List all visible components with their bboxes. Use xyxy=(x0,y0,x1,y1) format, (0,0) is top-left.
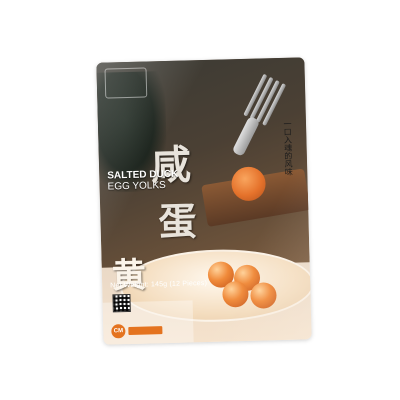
salted-egg-yolk-package: 咸 SALTED DUCK EGG YOLKS 蛋 黄 一口入魂的风味 Net … xyxy=(96,57,312,345)
product-photo: 咸 SALTED DUCK EGG YOLKS 蛋 黄 一口入魂的风味 Net … xyxy=(0,0,400,400)
product-title-english: SALTED DUCK EGG YOLKS xyxy=(107,168,208,193)
brand-name-bar xyxy=(128,326,163,336)
yolk-3 xyxy=(222,280,249,308)
brand-logo-icon: CM xyxy=(111,324,126,339)
brand-badge: CM xyxy=(111,323,163,339)
title-chinese-char-3: 黄 xyxy=(111,255,147,297)
title-chinese-char-2: 蛋 xyxy=(157,198,198,245)
logo-emblem xyxy=(104,67,148,99)
yolk-4 xyxy=(250,282,277,309)
vertical-tagline: 一口入魂的风味 xyxy=(282,119,294,176)
qr-code-icon xyxy=(112,293,131,313)
